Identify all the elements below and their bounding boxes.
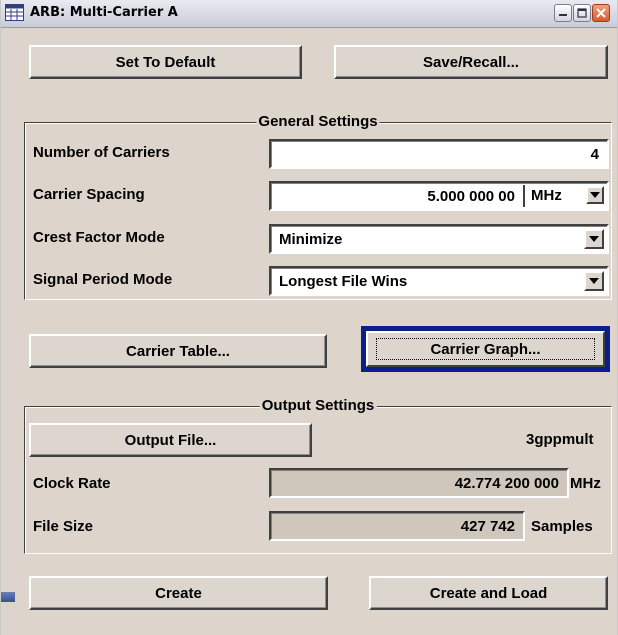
minimize-icon [559,14,567,16]
file-size-value: 427 742 [460,518,515,535]
create-label: Create [155,584,202,602]
carrier-spacing-field[interactable]: 5.000 000 00 MHz [269,181,609,211]
save-recall-button[interactable]: Save/Recall... [334,45,608,79]
number-of-carriers-field[interactable]: 4 [269,139,609,169]
output-file-name: 3gppmult [526,431,594,448]
carrier-spacing-value: 5.000 000 00 [427,188,515,205]
chevron-down-icon [589,278,599,284]
output-file-label: Output File... [124,431,217,449]
file-size-unit: Samples [531,518,593,535]
carrier-graph-label: Carrier Graph... [430,340,541,358]
carrier-table-button[interactable]: Carrier Table... [29,334,327,368]
number-of-carriers-label: Number of Carriers [33,144,170,161]
clock-rate-value: 42.774 200 000 [454,475,559,492]
save-recall-label: Save/Recall... [423,53,519,71]
clock-rate-unit: MHz [570,475,601,492]
close-icon [596,8,606,18]
signal-period-mode-label: Signal Period Mode [33,271,173,288]
file-size-label: File Size [33,518,94,535]
carrier-spacing-unit-select[interactable]: MHz [523,185,605,207]
unit-dropdown-button[interactable] [586,186,604,204]
title-bar[interactable]: ARB: Multi-Carrier A [1,0,617,28]
set-to-default-label: Set To Default [115,53,216,71]
create-and-load-label: Create and Load [429,584,548,602]
carrier-graph-button[interactable]: Carrier Graph... [361,326,610,372]
chevron-down-icon [589,236,599,242]
maximize-icon [577,8,587,18]
arb-multi-carrier-window: ARB: Multi-Carrier A Set To Default Save… [0,0,618,635]
crest-factor-mode-select[interactable]: Minimize [269,224,609,254]
clock-rate-label: Clock Rate [33,475,111,492]
carrier-spacing-label: Carrier Spacing [33,186,145,203]
crest-factor-mode-value: Minimize [279,231,343,248]
clock-rate-field: 42.774 200 000 [269,468,569,498]
background-window-edge [1,592,15,602]
file-size-field: 427 742 [269,511,525,541]
signal-period-mode-select[interactable]: Longest File Wins [269,266,609,296]
maximize-button[interactable] [573,4,591,22]
carrier-table-label: Carrier Table... [126,342,230,360]
create-and-load-button[interactable]: Create and Load [369,576,608,610]
minimize-button[interactable] [554,4,572,22]
spreadsheet-icon [5,4,24,21]
window-title: ARB: Multi-Carrier A [30,5,178,20]
signal-period-mode-value: Longest File Wins [279,273,408,290]
output-settings-title: Output Settings [259,397,377,414]
output-file-button[interactable]: Output File... [29,423,312,457]
crest-factor-dropdown-button[interactable] [584,229,604,249]
number-of-carriers-value: 4 [590,146,599,163]
set-to-default-button[interactable]: Set To Default [29,45,302,79]
carrier-spacing-unit: MHz [531,187,562,204]
chevron-down-icon [590,192,600,198]
carrier-graph-button-face[interactable]: Carrier Graph... [366,331,605,367]
close-button[interactable] [592,4,610,22]
crest-factor-mode-label: Crest Factor Mode [33,229,165,246]
create-button[interactable]: Create [29,576,328,610]
signal-period-dropdown-button[interactable] [584,271,604,291]
general-settings-title: General Settings [256,113,380,130]
